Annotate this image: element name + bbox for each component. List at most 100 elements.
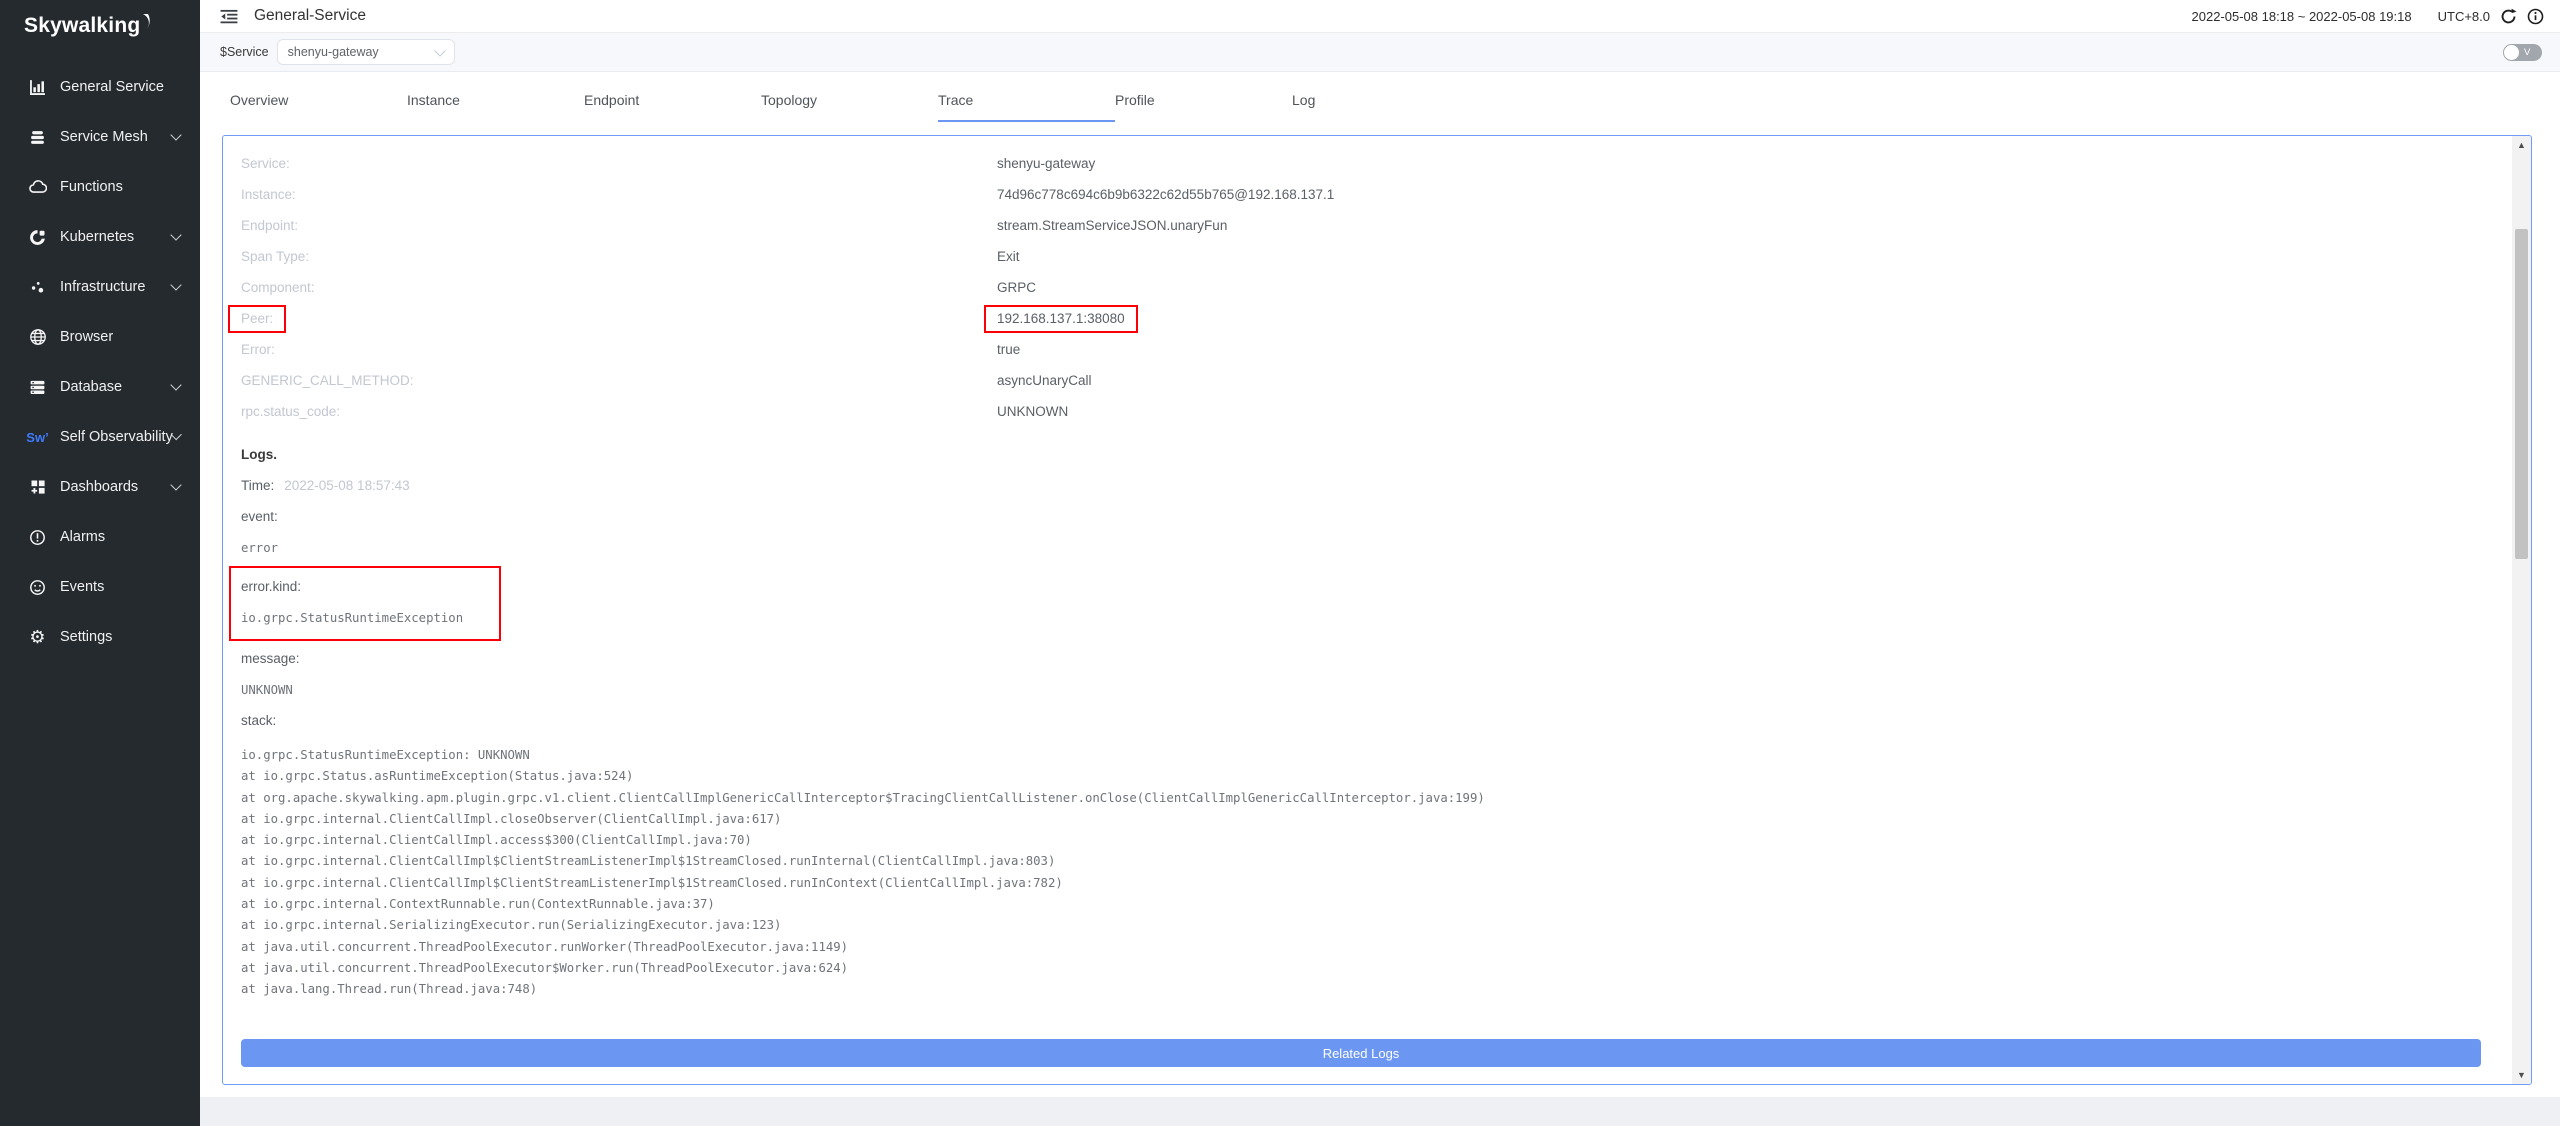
stack-line: at java.lang.Thread.run(Thread.java:748) [241, 979, 2481, 1000]
sidebar-item-label: Events [60, 579, 104, 595]
span-fields: Service:shenyu-gatewayInstance:74d96c778… [241, 148, 2481, 427]
sidebar-item-events[interactable]: Events [0, 562, 200, 612]
sidebar-item-service-mesh[interactable]: Service Mesh [0, 112, 200, 162]
span-field-service: Service:shenyu-gateway [241, 148, 2481, 179]
sidebar-item-label: Settings [60, 629, 112, 645]
scroll-up-icon[interactable]: ▲ [2512, 140, 2531, 150]
stack-line: at io.grpc.internal.ContextRunnable.run(… [241, 894, 2481, 915]
main-area: General-Service 2022-05-08 18:18 ~ 2022-… [200, 0, 2560, 1126]
sidebar-item-browser[interactable]: Browser [0, 312, 200, 362]
log-entry-message: message:UNKNOWN [241, 643, 2481, 705]
stack-line: at io.grpc.internal.ClientCallImpl$Clien… [241, 851, 2481, 872]
chevron-down-icon [170, 379, 181, 390]
alarm-icon [28, 528, 47, 547]
page-title: General-Service [254, 7, 366, 25]
sidebar-item-label: Functions [60, 179, 123, 195]
tab-instance[interactable]: Instance [407, 86, 584, 122]
collapse-sidebar-icon[interactable] [220, 9, 238, 24]
stack-label: stack: [241, 705, 2481, 736]
chevron-down-icon [170, 229, 181, 240]
service-variable-label: $Service [220, 45, 269, 59]
header-controls: 2022-05-08 18:18 ~ 2022-05-08 19:18 UTC+… [2192, 8, 2545, 25]
trace-span-detail-panel: Service:shenyu-gatewayInstance:74d96c778… [222, 135, 2532, 1085]
tab-overview[interactable]: Overview [230, 86, 407, 122]
log-entries: event:errorerror.kind:io.grpc.StatusRunt… [241, 501, 2481, 705]
timezone-label: UTC+8.0 [2438, 9, 2490, 24]
service-select[interactable]: shenyu-gateway [277, 39, 455, 65]
stack-trace: io.grpc.StatusRuntimeException: UNKNOWNa… [241, 745, 2481, 1001]
span-field-peer: Peer:192.168.137.1:38080 [241, 303, 2481, 334]
stack-line: at io.grpc.Status.asRuntimeException(Sta… [241, 766, 2481, 787]
field-value: stream.StreamServiceJSON.unaryFun [997, 218, 1227, 233]
tab-bar: OverviewInstanceEndpointTopologyTracePro… [200, 72, 2560, 122]
field-label: GENERIC_CALL_METHOD: [241, 373, 997, 388]
field-label: rpc.status_code: [241, 404, 997, 419]
field-label: Error: [241, 342, 997, 357]
sidebar-item-self-observability[interactable]: SwSelf Observability [0, 412, 200, 462]
chart-icon [28, 78, 47, 97]
span-field-instance: Instance:74d96c778c694c6b9b6322c62d55b76… [241, 179, 2481, 210]
sidebar-item-label: Browser [60, 329, 113, 345]
panel-scrollbar[interactable]: ▲ ▼ [2512, 136, 2531, 1084]
variables-toolbar: $Service shenyu-gateway V [200, 33, 2560, 72]
tab-endpoint[interactable]: Endpoint [584, 86, 761, 122]
sidebar-item-label: Dashboards [60, 479, 138, 495]
sidebar-item-alarms[interactable]: Alarms [0, 512, 200, 562]
sidebar-menu: General Service Service Mesh Functions Kube… [0, 62, 200, 662]
kubernetes-icon [28, 228, 47, 247]
log-entry-value: UNKNOWN [241, 674, 2481, 705]
log-entry-label: error.kind: [241, 571, 499, 602]
toggle-label: V [2524, 47, 2530, 58]
dashboard-content: OverviewInstanceEndpointTopologyTracePro… [200, 72, 2560, 1097]
sidebar-item-dashboards[interactable]: Dashboards [0, 462, 200, 512]
top-header: General-Service 2022-05-08 18:18 ~ 2022-… [200, 0, 2560, 33]
sidebar-item-general-service[interactable]: General Service [0, 62, 200, 112]
field-value: UNKNOWN [997, 404, 1068, 419]
tab-profile[interactable]: Profile [1115, 86, 1292, 122]
refresh-icon[interactable] [2500, 8, 2517, 25]
sidebar-item-database[interactable]: Database [0, 362, 200, 412]
sidebar-item-label: Infrastructure [60, 279, 145, 295]
info-icon[interactable] [2527, 8, 2544, 25]
log-time-row: Time: 2022-05-08 18:57:43 [241, 470, 2481, 501]
logo-swoosh-icon [141, 12, 153, 36]
field-label: Peer: [241, 305, 997, 333]
toggle-knob [2504, 45, 2519, 60]
logo-text: Skywalking [24, 14, 140, 38]
scroll-down-icon[interactable]: ▼ [2512, 1070, 2531, 1080]
stack-line: at java.util.concurrent.ThreadPoolExecut… [241, 958, 2481, 979]
service-select-value: shenyu-gateway [288, 45, 379, 59]
log-entry-value: io.grpc.StatusRuntimeException [241, 602, 499, 633]
field-label: Service: [241, 156, 997, 171]
sidebar-item-functions[interactable]: Functions [0, 162, 200, 212]
version-toggle[interactable]: V [2503, 44, 2542, 61]
chevron-down-icon [434, 45, 445, 56]
tab-topology[interactable]: Topology [761, 86, 938, 122]
field-value: asyncUnaryCall [997, 373, 1092, 388]
sidebar-item-label: Service Mesh [60, 129, 148, 145]
sidebar-item-label: Kubernetes [60, 229, 134, 245]
time-range-picker[interactable]: 2022-05-08 18:18 ~ 2022-05-08 19:18 [2192, 9, 2412, 24]
field-value: GRPC [997, 280, 1036, 295]
stack-line: at io.grpc.internal.SerializingExecutor.… [241, 915, 2481, 936]
tab-trace[interactable]: Trace [938, 86, 1115, 122]
related-logs-button[interactable]: Related Logs [241, 1039, 2481, 1067]
logs-heading: Logs. [241, 439, 2481, 470]
chevron-down-icon [170, 279, 181, 290]
sidebar-item-kubernetes[interactable]: Kubernetes [0, 212, 200, 262]
span-field-generic-call-method: GENERIC_CALL_METHOD:asyncUnaryCall [241, 365, 2481, 396]
log-time-value: 2022-05-08 18:57:43 [284, 478, 409, 493]
scrollbar-thumb[interactable] [2515, 229, 2528, 559]
field-label: Component: [241, 280, 997, 295]
stack-line: at org.apache.skywalking.apm.plugin.grpc… [241, 788, 2481, 809]
stack-line: at io.grpc.internal.ClientCallImpl.close… [241, 809, 2481, 830]
stack-line: at io.grpc.internal.ClientCallImpl$Clien… [241, 873, 2481, 894]
layers-icon [28, 128, 47, 147]
field-value: 192.168.137.1:38080 [984, 305, 1138, 333]
database-icon [28, 378, 47, 397]
span-field-component: Component:GRPC [241, 272, 2481, 303]
log-entry-value: error [241, 532, 2481, 563]
sidebar-item-infrastructure[interactable]: Infrastructure [0, 262, 200, 312]
tab-log[interactable]: Log [1292, 86, 1469, 122]
sidebar-item-settings[interactable]: ⚙Settings [0, 612, 200, 662]
